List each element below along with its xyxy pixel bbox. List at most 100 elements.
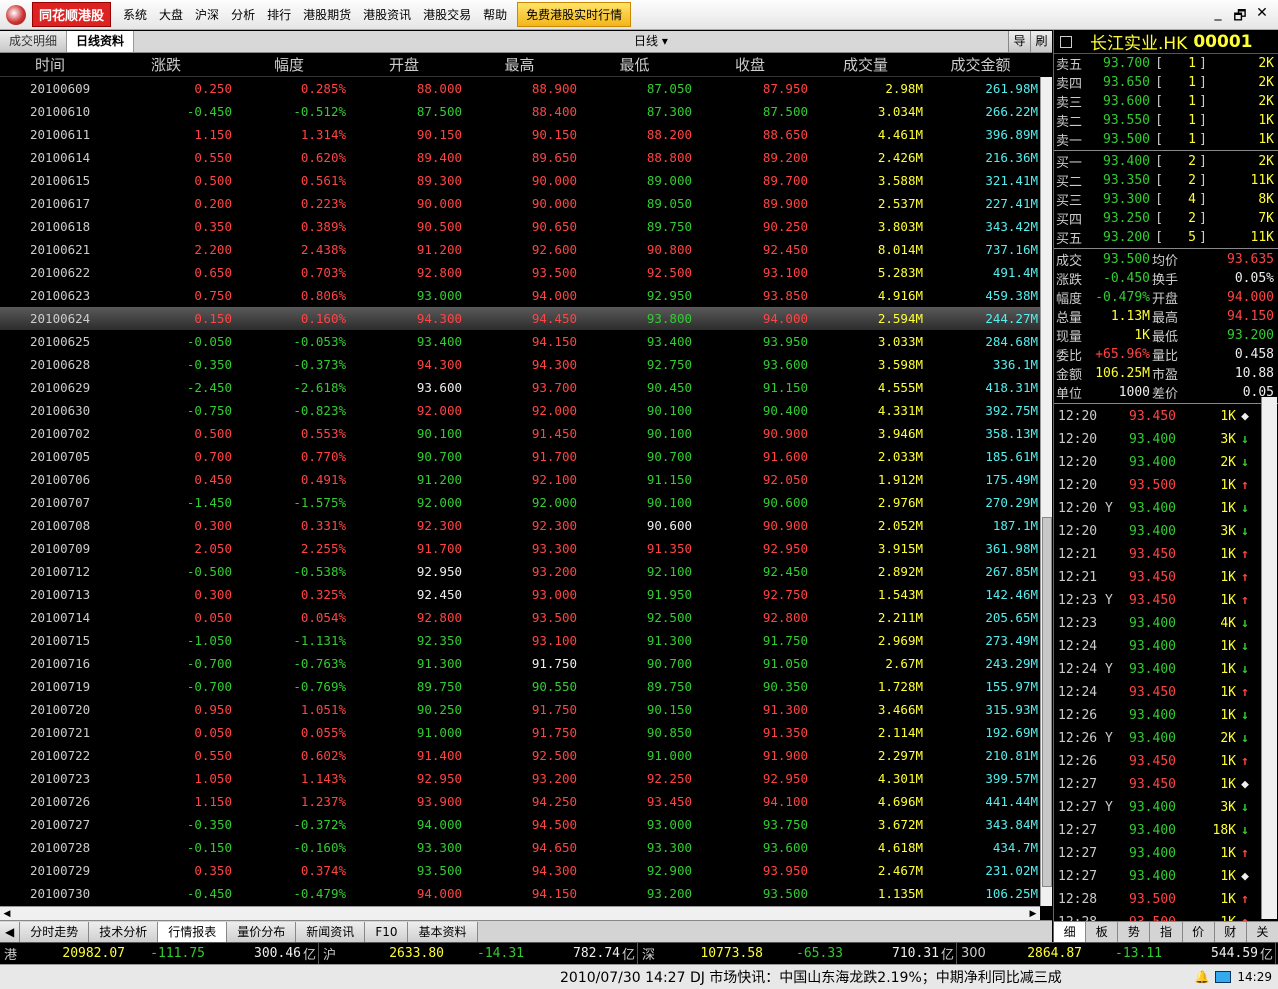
table-row[interactable]: 20100623 0.750 0.806% 93.000 94.000 92.950 93.…: [0, 284, 1040, 307]
column-header[interactable]: 成交金额: [923, 54, 1038, 76]
bottom-tab[interactable]: 分时走势: [20, 921, 90, 942]
menu-item[interactable]: 沪深: [195, 6, 219, 23]
menu-item[interactable]: 系统: [123, 6, 147, 23]
side-tab[interactable]: 关: [1247, 922, 1278, 942]
table-row[interactable]: 20100713 0.300 0.325% 92.450 93.000 91.950 92.…: [0, 583, 1040, 606]
table-row[interactable]: 20100712 -0.500 -0.538% 92.950 93.200 92.100 9…: [0, 560, 1040, 583]
tab-daily-data[interactable]: 日线资料: [67, 31, 135, 52]
bottom-tab[interactable]: F10: [365, 921, 409, 942]
app-icon[interactable]: [6, 4, 26, 25]
bottom-tab[interactable]: 基本资料: [408, 921, 478, 942]
news-ticker[interactable]: 2010/07/30 14:27 DJ 市场快讯：中国山东海龙跌2.19%；中期…: [560, 967, 1062, 987]
table-row[interactable]: 20100715 -1.050 -1.131% 92.350 93.100 91.300 9…: [0, 629, 1040, 652]
table-row[interactable]: 20100610 -0.450 -0.512% 87.500 88.400 87.300 8…: [0, 100, 1040, 123]
table-row[interactable]: 20100719 -0.700 -0.769% 89.750 90.550 89.750 9…: [0, 675, 1040, 698]
table-row[interactable]: 20100716 -0.700 -0.763% 91.300 91.750 90.700 9…: [0, 652, 1040, 675]
column-header[interactable]: 涨跌: [100, 54, 232, 76]
vertical-scrollbar[interactable]: [1040, 77, 1052, 906]
ticker-3[interactable]: 300 2864.87 -13.11 544.59 亿: [957, 942, 1276, 965]
side-tab[interactable]: 板: [1086, 922, 1119, 942]
table-row[interactable]: 20100727 -0.350 -0.372% 94.000 94.500 93.000 9…: [0, 813, 1040, 836]
level-count: 2: [1188, 173, 1196, 188]
menu-item[interactable]: 分析: [231, 6, 255, 23]
column-header[interactable]: 收盘: [692, 54, 808, 76]
restore-icon[interactable]: 🗗: [1232, 5, 1248, 29]
trades-scrollbar[interactable]: [1261, 397, 1277, 919]
bottom-tab[interactable]: 新闻资讯: [296, 921, 366, 942]
column-header[interactable]: 幅度: [232, 54, 346, 76]
tab-prev-icon[interactable]: ◀: [0, 921, 21, 942]
column-header[interactable]: 成交量: [808, 54, 923, 76]
table-row[interactable]: 20100714 0.050 0.054% 92.800 93.500 92.500 92.…: [0, 606, 1040, 629]
panel-toggle-icon[interactable]: [1060, 35, 1072, 48]
table-row[interactable]: 20100707 -1.450 -1.575% 92.000 92.000 90.100 9…: [0, 491, 1040, 514]
table-row[interactable]: 20100730 -0.450 -0.479% 94.000 94.150 93.200 9…: [0, 882, 1040, 905]
table-row[interactable]: 20100621 2.200 2.438% 91.200 92.600 90.800 92.…: [0, 238, 1040, 261]
table-row[interactable]: 20100726 1.150 1.237% 93.900 94.250 93.450 94.…: [0, 790, 1040, 813]
side-tab[interactable]: 价: [1183, 922, 1215, 942]
scroll-thumb[interactable]: [1042, 517, 1052, 887]
monitor-icon[interactable]: [1215, 971, 1232, 983]
cell-最高: 90.550: [531, 679, 577, 694]
table-row[interactable]: 20100625 -0.050 -0.053% 93.400 94.150 93.400 9…: [0, 330, 1040, 353]
bottom-tab[interactable]: 技术分析: [89, 921, 159, 942]
table-row[interactable]: 20100609 0.250 0.285% 88.000 88.900 87.050 87.…: [0, 77, 1040, 100]
side-tab[interactable]: 细: [1054, 922, 1087, 942]
column-header[interactable]: 最低: [577, 54, 692, 76]
scroll-left-icon[interactable]: ◀: [0, 907, 14, 921]
menu-item[interactable]: 帮助: [483, 6, 507, 23]
table-row[interactable]: 20100630 -0.750 -0.823% 92.000 92.000 90.100 9…: [0, 399, 1040, 422]
bottom-tab[interactable]: 行情报表: [158, 921, 228, 942]
trade-time: 12:26: [1058, 708, 1098, 723]
ticker-1[interactable]: 沪 2633.80 -14.31 782.74 亿: [319, 942, 638, 965]
table-row[interactable]: 20100617 0.200 0.223% 90.000 90.000 89.050 89.…: [0, 192, 1040, 215]
close-icon[interactable]: ✕: [1254, 5, 1270, 29]
promo-button[interactable]: 免费港股实时行情: [517, 2, 632, 27]
menu-item[interactable]: 排行: [267, 6, 291, 23]
ticker-2[interactable]: 深 10773.58 -65.33 710.31 亿: [638, 942, 957, 965]
table-row[interactable]: 20100705 0.700 0.770% 90.700 91.700 90.700 91.…: [0, 445, 1040, 468]
trade-price: 93.450: [1129, 547, 1176, 562]
table-row[interactable]: 20100628 -0.350 -0.373% 94.300 94.300 92.750 9…: [0, 353, 1040, 376]
menu-item[interactable]: 港股交易: [423, 6, 471, 23]
table-row[interactable]: 20100708 0.300 0.331% 92.300 92.300 90.600 90.…: [0, 514, 1040, 537]
column-header[interactable]: 最高: [462, 54, 577, 76]
side-tab[interactable]: 势: [1118, 922, 1151, 942]
export-button[interactable]: 导: [1008, 31, 1030, 52]
table-row[interactable]: 20100624 0.150 0.160% 94.300 94.450 93.800 94.…: [0, 307, 1040, 330]
horizontal-scrollbar[interactable]: ◀ ▶: [0, 906, 1040, 920]
table-row[interactable]: 20100728 -0.150 -0.160% 93.300 94.650 93.300 9…: [0, 836, 1040, 859]
index-ticker-bar: 港 20982.07 -111.75 300.46 亿沪 2633.80 -14.31 782…: [0, 942, 1278, 965]
table-row[interactable]: 20100629 -2.450 -2.618% 93.600 93.700 90.450 9…: [0, 376, 1040, 399]
table-row[interactable]: 20100722 0.550 0.602% 91.400 92.500 91.000 91.…: [0, 744, 1040, 767]
column-header[interactable]: 时间: [0, 54, 100, 76]
minimize-icon[interactable]: _: [1210, 5, 1226, 29]
period-selector[interactable]: 日线 ▾: [634, 31, 668, 52]
trade-row: 12:20 Y 93.400 1K ↓: [1054, 497, 1278, 520]
table-row[interactable]: 20100702 0.500 0.553% 90.100 91.450 90.100 90.…: [0, 422, 1040, 445]
ticker-0[interactable]: 港 20982.07 -111.75 300.46 亿: [0, 942, 319, 965]
side-tab[interactable]: 指: [1150, 922, 1183, 942]
table-row[interactable]: 20100729 0.350 0.374% 93.500 94.300 92.900 93.…: [0, 859, 1040, 882]
tab-trade-detail[interactable]: 成交明细: [0, 31, 68, 52]
table-row[interactable]: 20100709 2.050 2.255% 91.700 93.300 91.350 92.…: [0, 537, 1040, 560]
table-row[interactable]: 20100720 0.950 1.051% 90.250 91.750 90.150 91.…: [0, 698, 1040, 721]
table-row[interactable]: 20100721 0.050 0.055% 91.000 91.750 90.850 91.…: [0, 721, 1040, 744]
table-row[interactable]: 20100618 0.350 0.389% 90.500 90.650 89.750 90.…: [0, 215, 1040, 238]
ticker-unit: 亿: [941, 948, 955, 963]
column-header[interactable]: 开盘: [346, 54, 462, 76]
table-row[interactable]: 20100622 0.650 0.703% 92.800 93.500 92.500 93.…: [0, 261, 1040, 284]
bell-icon[interactable]: 🔔: [1194, 970, 1209, 984]
menu-item[interactable]: 港股期货: [303, 6, 351, 23]
menu-item[interactable]: 港股资讯: [363, 6, 411, 23]
menu-item[interactable]: 大盘: [159, 6, 183, 23]
table-row[interactable]: 20100706 0.450 0.491% 91.200 92.100 91.150 92.…: [0, 468, 1040, 491]
table-row[interactable]: 20100614 0.550 0.620% 89.400 89.650 88.800 89.…: [0, 146, 1040, 169]
scroll-right-icon[interactable]: ▶: [1026, 907, 1040, 921]
bottom-tab[interactable]: 量价分布: [227, 921, 297, 942]
table-row[interactable]: 20100611 1.150 1.314% 90.150 90.150 88.200 88.…: [0, 123, 1040, 146]
refresh-button[interactable]: 刷: [1030, 31, 1052, 52]
table-row[interactable]: 20100723 1.050 1.143% 92.950 93.200 92.250 92.…: [0, 767, 1040, 790]
table-row[interactable]: 20100615 0.500 0.561% 89.300 90.000 89.000 89.…: [0, 169, 1040, 192]
side-tab[interactable]: 财: [1215, 922, 1247, 942]
